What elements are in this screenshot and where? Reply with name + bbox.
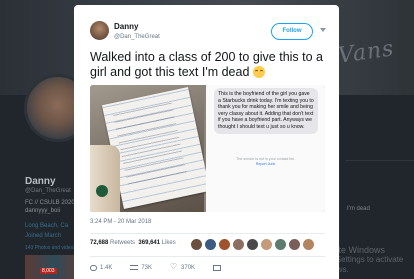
- thumbnail-badge: 8,003: [40, 268, 57, 274]
- reply-count: 1.4K: [100, 264, 113, 271]
- tweet-actions: 1.4K 73K 370K: [90, 262, 239, 271]
- tweet-media[interactable]: This is the boyfriend of the girl you ga…: [90, 85, 325, 212]
- direct-message-button[interactable]: [213, 264, 222, 271]
- retweet-icon: [130, 265, 139, 270]
- tweet-text: Walked into a class of 200 to give this …: [90, 50, 325, 80]
- sms-bubble: This is the boyfriend of the girl you ga…: [214, 88, 318, 134]
- sms-footer: The sender is not in your contact list. …: [206, 157, 325, 167]
- liker-avatar[interactable]: [260, 238, 273, 251]
- liker-avatar[interactable]: [274, 238, 287, 251]
- retweet-count: 73K: [141, 264, 153, 271]
- liker-avatar[interactable]: [232, 238, 245, 251]
- liker-avatar[interactable]: [302, 238, 315, 251]
- likes-count[interactable]: 369,641: [138, 240, 160, 246]
- starbucks-cup: [90, 145, 120, 212]
- likes-label[interactable]: Likes: [162, 240, 176, 246]
- author-handle[interactable]: @Dan_TheGreat: [114, 34, 160, 40]
- liker-avatar[interactable]: [204, 238, 217, 251]
- chevron-down-icon[interactable]: [320, 28, 326, 32]
- location-text[interactable]: Long Beach, Ca: [25, 223, 68, 229]
- liker-avatars[interactable]: [190, 238, 315, 251]
- text-message-screenshot[interactable]: This is the boyfriend of the girl you ga…: [206, 85, 325, 212]
- starbucks-logo-icon: [96, 185, 108, 197]
- right-divider: [345, 160, 414, 161]
- divider: [90, 256, 325, 257]
- tweet-stats: 72,688 Retweets 369,641 Likes: [90, 240, 176, 246]
- reply-button[interactable]: 1.4K: [90, 264, 113, 271]
- photos-videos-link[interactable]: 143 Photos and videos: [25, 245, 76, 251]
- profile-bio: FC // CSULB 2020 dannyyy_boii: [25, 200, 75, 214]
- tweet-text-body: Walked into a class of 200 to give this …: [90, 50, 323, 79]
- liker-avatar[interactable]: [288, 238, 301, 251]
- liker-avatar[interactable]: [190, 238, 203, 251]
- retweet-button[interactable]: 73K: [130, 265, 152, 271]
- author-avatar[interactable]: [90, 21, 109, 40]
- retweets-count[interactable]: 72,688: [90, 240, 108, 246]
- report-junk-link[interactable]: Report Junk: [206, 162, 325, 167]
- tweet-timestamp[interactable]: 3:24 PM - 20 Mar 2018: [90, 219, 151, 225]
- heart-icon: [170, 262, 178, 271]
- like-count: 370K: [181, 264, 196, 271]
- divider: [90, 233, 325, 234]
- profile-handle: @Dan_TheGreat: [25, 188, 71, 194]
- joined-text: Joined March: [25, 233, 62, 239]
- mail-icon: [213, 264, 222, 271]
- reply-icon: [90, 264, 97, 271]
- sms-footer-text: The sender is not in your contact list.: [236, 157, 295, 161]
- profile-location[interactable]: Long Beach, Ca Joined March: [25, 221, 75, 241]
- laughing-emoji-icon: [252, 66, 265, 78]
- right-tweet-snippet: I'm dead: [347, 206, 370, 212]
- liker-avatar[interactable]: [246, 238, 259, 251]
- author-name[interactable]: Danny: [114, 22, 138, 31]
- follow-button[interactable]: Follow: [271, 23, 313, 40]
- photo-of-note[interactable]: [90, 85, 211, 212]
- retweets-label[interactable]: Retweets: [110, 240, 135, 246]
- tweet-modal: Danny @Dan_TheGreat Follow Walked into a…: [74, 5, 339, 279]
- like-button[interactable]: 370K: [170, 262, 196, 271]
- liker-avatar[interactable]: [218, 238, 231, 251]
- profile-name: Danny: [25, 176, 56, 187]
